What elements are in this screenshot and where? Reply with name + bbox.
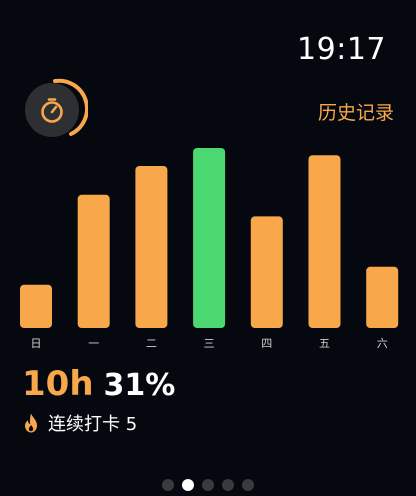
- page-dot-3[interactable]: [222, 479, 234, 491]
- day-label-6: 六: [377, 337, 388, 350]
- day-label-5: 五: [319, 337, 330, 350]
- bar-5: [308, 155, 341, 328]
- summary-row: 10h 31%: [22, 364, 175, 404]
- bar-6: [366, 266, 399, 328]
- day-label-1: 一: [88, 337, 99, 350]
- timer-button[interactable]: [22, 76, 88, 142]
- total-time: 10h: [22, 364, 94, 404]
- streak-row: 连续打卡 5: [20, 410, 137, 436]
- weekly-bar-chart: 日一二三四五六: [0, 140, 416, 355]
- day-label-0: 日: [31, 337, 42, 350]
- flame-icon: [25, 413, 37, 433]
- bar-3: [193, 148, 226, 328]
- page-dot-1[interactable]: [182, 479, 194, 491]
- page-indicator: [0, 479, 416, 491]
- page-dot-2[interactable]: [202, 479, 214, 491]
- bar-1: [77, 194, 110, 328]
- bar-2: [135, 166, 168, 328]
- day-label-3: 三: [204, 337, 215, 350]
- history-link[interactable]: 历史记录: [318, 98, 394, 125]
- stopwatch-icon: [25, 78, 88, 137]
- chart-svg: 日一二三四五六: [20, 148, 399, 350]
- completion-percent: 31%: [103, 368, 176, 403]
- day-label-2: 二: [146, 337, 157, 350]
- bar-0: [20, 284, 52, 328]
- streak-label: 连续打卡 5: [48, 414, 138, 435]
- page-dot-4[interactable]: [242, 479, 254, 491]
- day-label-4: 四: [261, 337, 272, 350]
- bar-4: [250, 216, 283, 328]
- status-time: 19:17: [297, 32, 386, 67]
- page-dot-0[interactable]: [162, 479, 174, 491]
- watch-screen: 19:17 历史记录 日 一 二 三 四 五 六 10h 31% 连续打卡 5: [0, 0, 416, 496]
